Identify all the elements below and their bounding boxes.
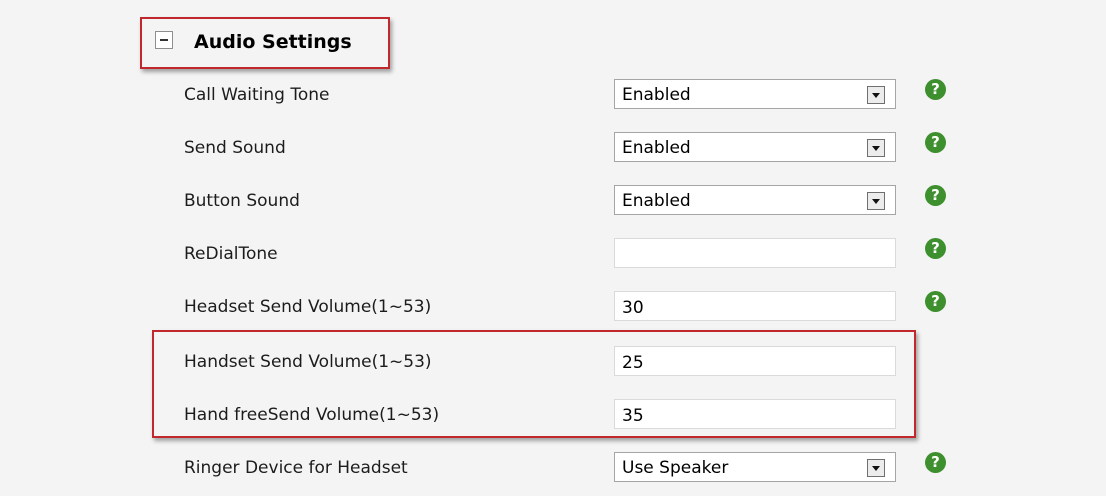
select-value: Enabled xyxy=(622,191,691,211)
dropdown-arrow-icon[interactable] xyxy=(867,139,885,157)
setting-row-handset-send-volume: Handset Send Volume(1~53) xyxy=(0,342,1106,382)
dropdown-arrow-icon[interactable] xyxy=(867,86,885,104)
setting-label: Hand freeSend Volume(1~53) xyxy=(184,405,440,425)
select-value: Enabled xyxy=(622,138,691,158)
help-icon[interactable]: ? xyxy=(925,132,946,153)
ringer-device-select[interactable]: Use Speaker xyxy=(614,452,896,482)
dropdown-arrow-icon[interactable] xyxy=(867,459,885,477)
select-value: Enabled xyxy=(622,85,691,105)
collapse-icon[interactable] xyxy=(155,31,173,49)
handset-send-volume-input[interactable] xyxy=(614,346,896,376)
setting-label: Handset Send Volume(1~53) xyxy=(184,352,432,372)
setting-label: Call Waiting Tone xyxy=(184,85,330,105)
help-icon[interactable]: ? xyxy=(925,79,946,100)
setting-label: ReDialTone xyxy=(184,244,278,264)
setting-label: Ringer Device for Headset xyxy=(184,458,408,478)
setting-row-headset-send-volume: Headset Send Volume(1~53) ? xyxy=(0,287,1106,327)
setting-row-redial-tone: ReDialTone ? xyxy=(0,234,1106,274)
setting-label: Send Sound xyxy=(184,138,286,158)
redial-tone-input[interactable] xyxy=(614,238,896,268)
setting-label: Button Sound xyxy=(184,191,300,211)
dropdown-arrow-icon[interactable] xyxy=(867,192,885,210)
headset-send-volume-input[interactable] xyxy=(614,291,896,321)
help-icon[interactable]: ? xyxy=(925,185,946,206)
setting-row-handfree-send-volume: Hand freeSend Volume(1~53) xyxy=(0,395,1106,435)
help-icon[interactable]: ? xyxy=(925,291,946,312)
help-icon[interactable]: ? xyxy=(925,452,946,473)
setting-row-send-sound: Send Sound Enabled ? xyxy=(0,128,1106,168)
setting-row-call-waiting-tone: Call Waiting Tone Enabled ? xyxy=(0,75,1106,115)
select-value: Use Speaker xyxy=(622,458,729,478)
setting-row-button-sound: Button Sound Enabled ? xyxy=(0,181,1106,221)
handfree-send-volume-input[interactable] xyxy=(614,399,896,429)
call-waiting-tone-select[interactable]: Enabled xyxy=(614,79,896,109)
setting-row-ringer-device-for-headset: Ringer Device for Headset Use Speaker ? xyxy=(0,448,1106,488)
setting-label: Headset Send Volume(1~53) xyxy=(184,297,432,317)
help-icon[interactable]: ? xyxy=(925,238,946,259)
section-title: Audio Settings xyxy=(194,31,352,53)
button-sound-select[interactable]: Enabled xyxy=(614,185,896,215)
section-header: Audio Settings xyxy=(140,17,390,69)
send-sound-select[interactable]: Enabled xyxy=(614,132,896,162)
settings-panel: Audio Settings Call Waiting Tone Enabled… xyxy=(0,0,1106,496)
